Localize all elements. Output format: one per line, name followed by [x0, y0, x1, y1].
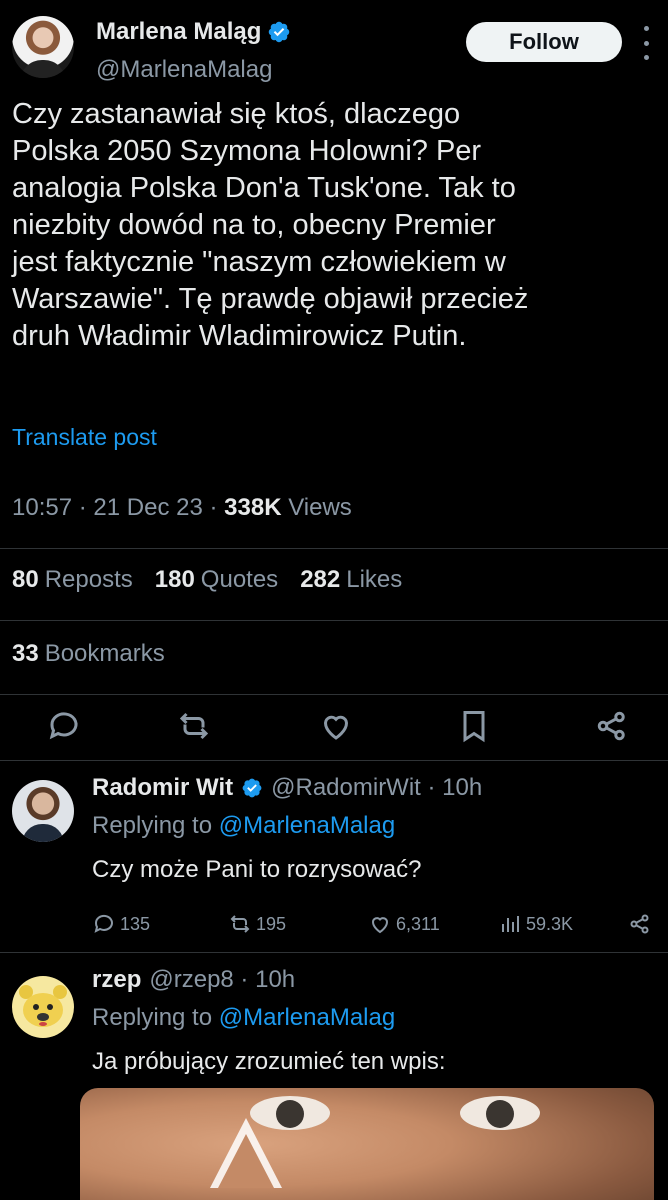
eye-right	[460, 1096, 540, 1130]
more-options-icon[interactable]	[638, 26, 654, 60]
replying-to: Replying to @MarlenaMalag	[92, 812, 395, 840]
reply-action-bar: 135 195 6,311 59.3K	[92, 912, 652, 944]
like-icon[interactable]	[318, 708, 354, 744]
separator: ·	[78, 494, 94, 521]
reposts-label: Reposts	[44, 566, 133, 593]
divider	[0, 620, 668, 621]
quotes-count: 180	[154, 566, 195, 593]
bookmarks-count: 33	[12, 640, 39, 667]
reply-like-action[interactable]: 6,311	[368, 912, 440, 936]
bookmark-icon[interactable]	[456, 708, 492, 744]
reply-author-handle[interactable]: @rzep8	[149, 966, 233, 994]
replying-to-prefix: Replying to	[92, 812, 213, 839]
replying-to-mention[interactable]: @MarlenaMalag	[219, 812, 395, 839]
reply-icon	[94, 914, 113, 933]
separator: ·	[420, 774, 443, 801]
share-icon[interactable]	[628, 912, 652, 936]
author-handle[interactable]: @MarlenaMalag	[96, 56, 272, 84]
avatar[interactable]	[12, 976, 74, 1038]
author-name-row: Marlena Maląg	[96, 18, 291, 46]
verified-badge-icon	[269, 21, 290, 43]
bear-face-icon	[19, 985, 67, 1027]
reply-author-name[interactable]: Radomir Wit	[92, 774, 233, 802]
views-count: 338K	[224, 494, 282, 521]
repost-icon	[230, 915, 250, 933]
post-meta: 10:57 · 21 Dec 23 · 338K Views	[12, 494, 352, 522]
follow-button[interactable]: Follow	[466, 22, 622, 62]
divider	[0, 548, 668, 549]
replying-to-mention[interactable]: @MarlenaMalag	[219, 1004, 395, 1031]
likes-stat[interactable]: 282 Likes	[300, 566, 402, 594]
reply-time[interactable]: 10h	[255, 966, 295, 994]
replying-to: Replying to @MarlenaMalag	[92, 1004, 395, 1032]
reposts-stat[interactable]: 80 Reposts	[12, 566, 133, 594]
reply-header: rzep @rzep8 · 10h	[92, 966, 295, 994]
reply-author-name[interactable]: rzep	[92, 966, 141, 994]
reply-author-handle[interactable]: @RadomirWit	[271, 774, 421, 802]
replying-to-prefix: Replying to	[92, 1004, 213, 1031]
reply-text: Ja próbujący zrozumieć ten wpis:	[92, 1048, 446, 1075]
views-icon	[502, 916, 519, 932]
separator: ·	[209, 494, 225, 521]
reposts-count: 80	[12, 566, 39, 593]
avatar[interactable]	[12, 780, 74, 842]
reply-reply-action[interactable]: 135	[92, 912, 150, 936]
divider	[0, 952, 668, 953]
translate-post-link[interactable]: Translate post	[12, 424, 157, 451]
share-icon[interactable]	[594, 708, 630, 744]
likes-count: 282	[300, 566, 341, 593]
like-icon	[371, 917, 389, 934]
reply-header: Radomir Wit @RadomirWit · 10h	[92, 774, 482, 802]
post-text: Czy zastanawiał się ktoś, dlaczego Polsk…	[12, 98, 529, 352]
reply-icon[interactable]	[46, 708, 82, 744]
engagement-stats: 80 Reposts 180 Quotes 282 Likes	[12, 566, 402, 594]
post-header: Marlena Maląg @MarlenaMalag Follow	[12, 12, 656, 84]
repost-icon[interactable]	[176, 708, 212, 744]
views-label: Views	[288, 494, 352, 521]
reply-repost-action[interactable]: 195	[228, 912, 286, 936]
reply-time[interactable]: 10h	[442, 774, 482, 802]
post-date[interactable]: 21 Dec 23	[93, 494, 202, 521]
reply-media-image[interactable]	[80, 1088, 654, 1200]
post-action-bar	[0, 700, 668, 752]
divider	[0, 694, 668, 695]
views-count: 59.3K	[526, 913, 574, 934]
bookmarks-stat[interactable]: 33 Bookmarks	[12, 640, 165, 668]
reply-text: Czy może Pani to rozrysować?	[92, 856, 422, 883]
separator: ·	[233, 966, 256, 993]
post-time[interactable]: 10:57	[12, 494, 72, 521]
reply-count: 135	[120, 913, 151, 934]
likes-label: Likes	[346, 566, 403, 593]
reply-item[interactable]: Radomir Wit @RadomirWit · 10h Replying t…	[12, 774, 656, 954]
avatar[interactable]	[12, 16, 74, 78]
divider	[0, 760, 668, 761]
verified-badge-icon	[242, 778, 262, 798]
reply-views-action[interactable]: 59.3K	[498, 912, 573, 936]
repost-count: 195	[256, 913, 287, 934]
bookmarks-label: Bookmarks	[44, 640, 165, 667]
like-count: 6,311	[396, 913, 440, 934]
triangle-overlay-inner	[218, 1134, 274, 1188]
quotes-stat[interactable]: 180 Quotes	[155, 566, 278, 594]
quotes-label: Quotes	[200, 566, 279, 593]
author-name[interactable]: Marlena Maląg	[96, 18, 261, 46]
